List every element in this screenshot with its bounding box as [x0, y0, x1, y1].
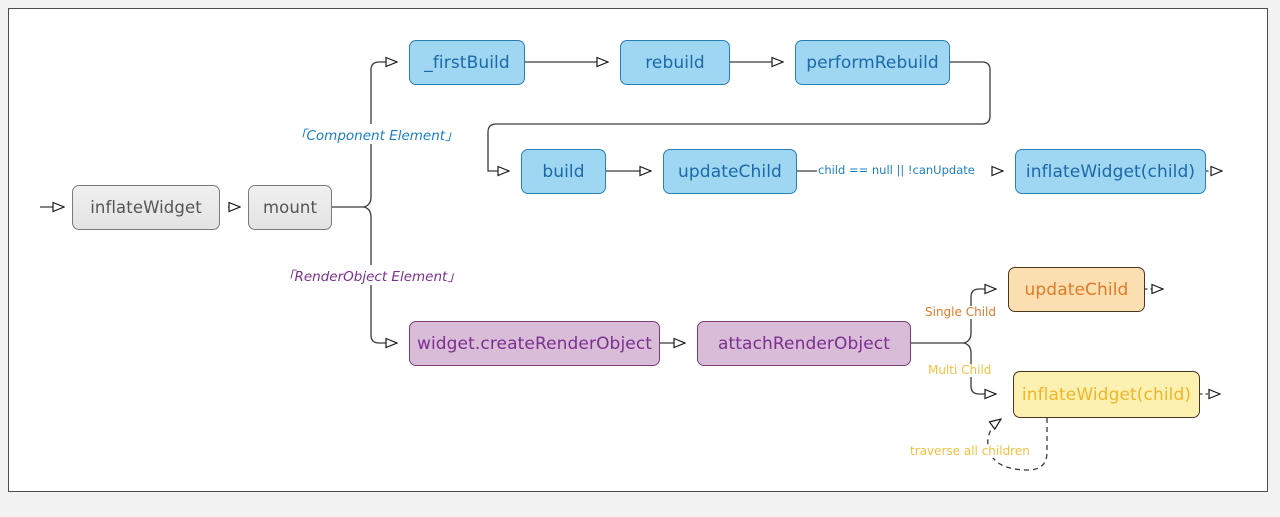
node-mount[interactable]: mount	[248, 185, 332, 230]
node-inflatewidget-child-label: inflateWidget(child)	[1025, 161, 1196, 182]
node-attachrenderobject[interactable]: attachRenderObject	[697, 321, 911, 366]
node-inflatewidget-multi-label: inflateWidget(child)	[1021, 384, 1192, 405]
node-widget-createrenderobject[interactable]: widget.createRenderObject	[409, 321, 660, 366]
node-build[interactable]: build	[521, 149, 606, 194]
node-updatechild-single[interactable]: updateChild	[1008, 267, 1145, 312]
node-inflatewidget-child[interactable]: inflateWidget(child)	[1015, 149, 1206, 194]
diagram-root: inflateWidget mount _firstBuild rebuild …	[0, 0, 1280, 517]
node-performrebuild[interactable]: performRebuild	[795, 40, 950, 85]
node-firstbuild[interactable]: _firstBuild	[409, 40, 525, 85]
node-build-label: build	[542, 161, 585, 182]
node-attachrenderobject-label: attachRenderObject	[718, 333, 890, 354]
node-rebuild[interactable]: rebuild	[620, 40, 730, 85]
edge-label-traverse-all-children: traverse all children	[910, 444, 1030, 459]
edge-label-can-update: child == null || !canUpdate	[818, 163, 975, 177]
node-inflatewidget[interactable]: inflateWidget	[72, 185, 220, 230]
node-performrebuild-label: performRebuild	[806, 52, 939, 73]
node-updatechild-single-label: updateChild	[1024, 279, 1129, 300]
node-widget-createrenderobject-label: widget.createRenderObject	[416, 333, 653, 354]
branch-label-component-element: 「Component Element」	[291, 124, 461, 144]
node-inflatewidget-label: inflateWidget	[90, 198, 202, 217]
node-mount-label: mount	[262, 198, 318, 217]
node-inflatewidget-multi[interactable]: inflateWidget(child)	[1013, 371, 1200, 418]
edge-label-multi-child: Multi Child	[928, 363, 992, 378]
node-updatechild-label: updateChild	[678, 161, 782, 182]
node-updatechild[interactable]: updateChild	[663, 149, 797, 194]
edge-label-single-child: Single Child	[925, 305, 996, 320]
node-firstbuild-label: _firstBuild	[424, 52, 510, 73]
node-rebuild-label: rebuild	[645, 52, 705, 73]
branch-label-renderobject-element: 「RenderObject Element」	[279, 265, 463, 285]
